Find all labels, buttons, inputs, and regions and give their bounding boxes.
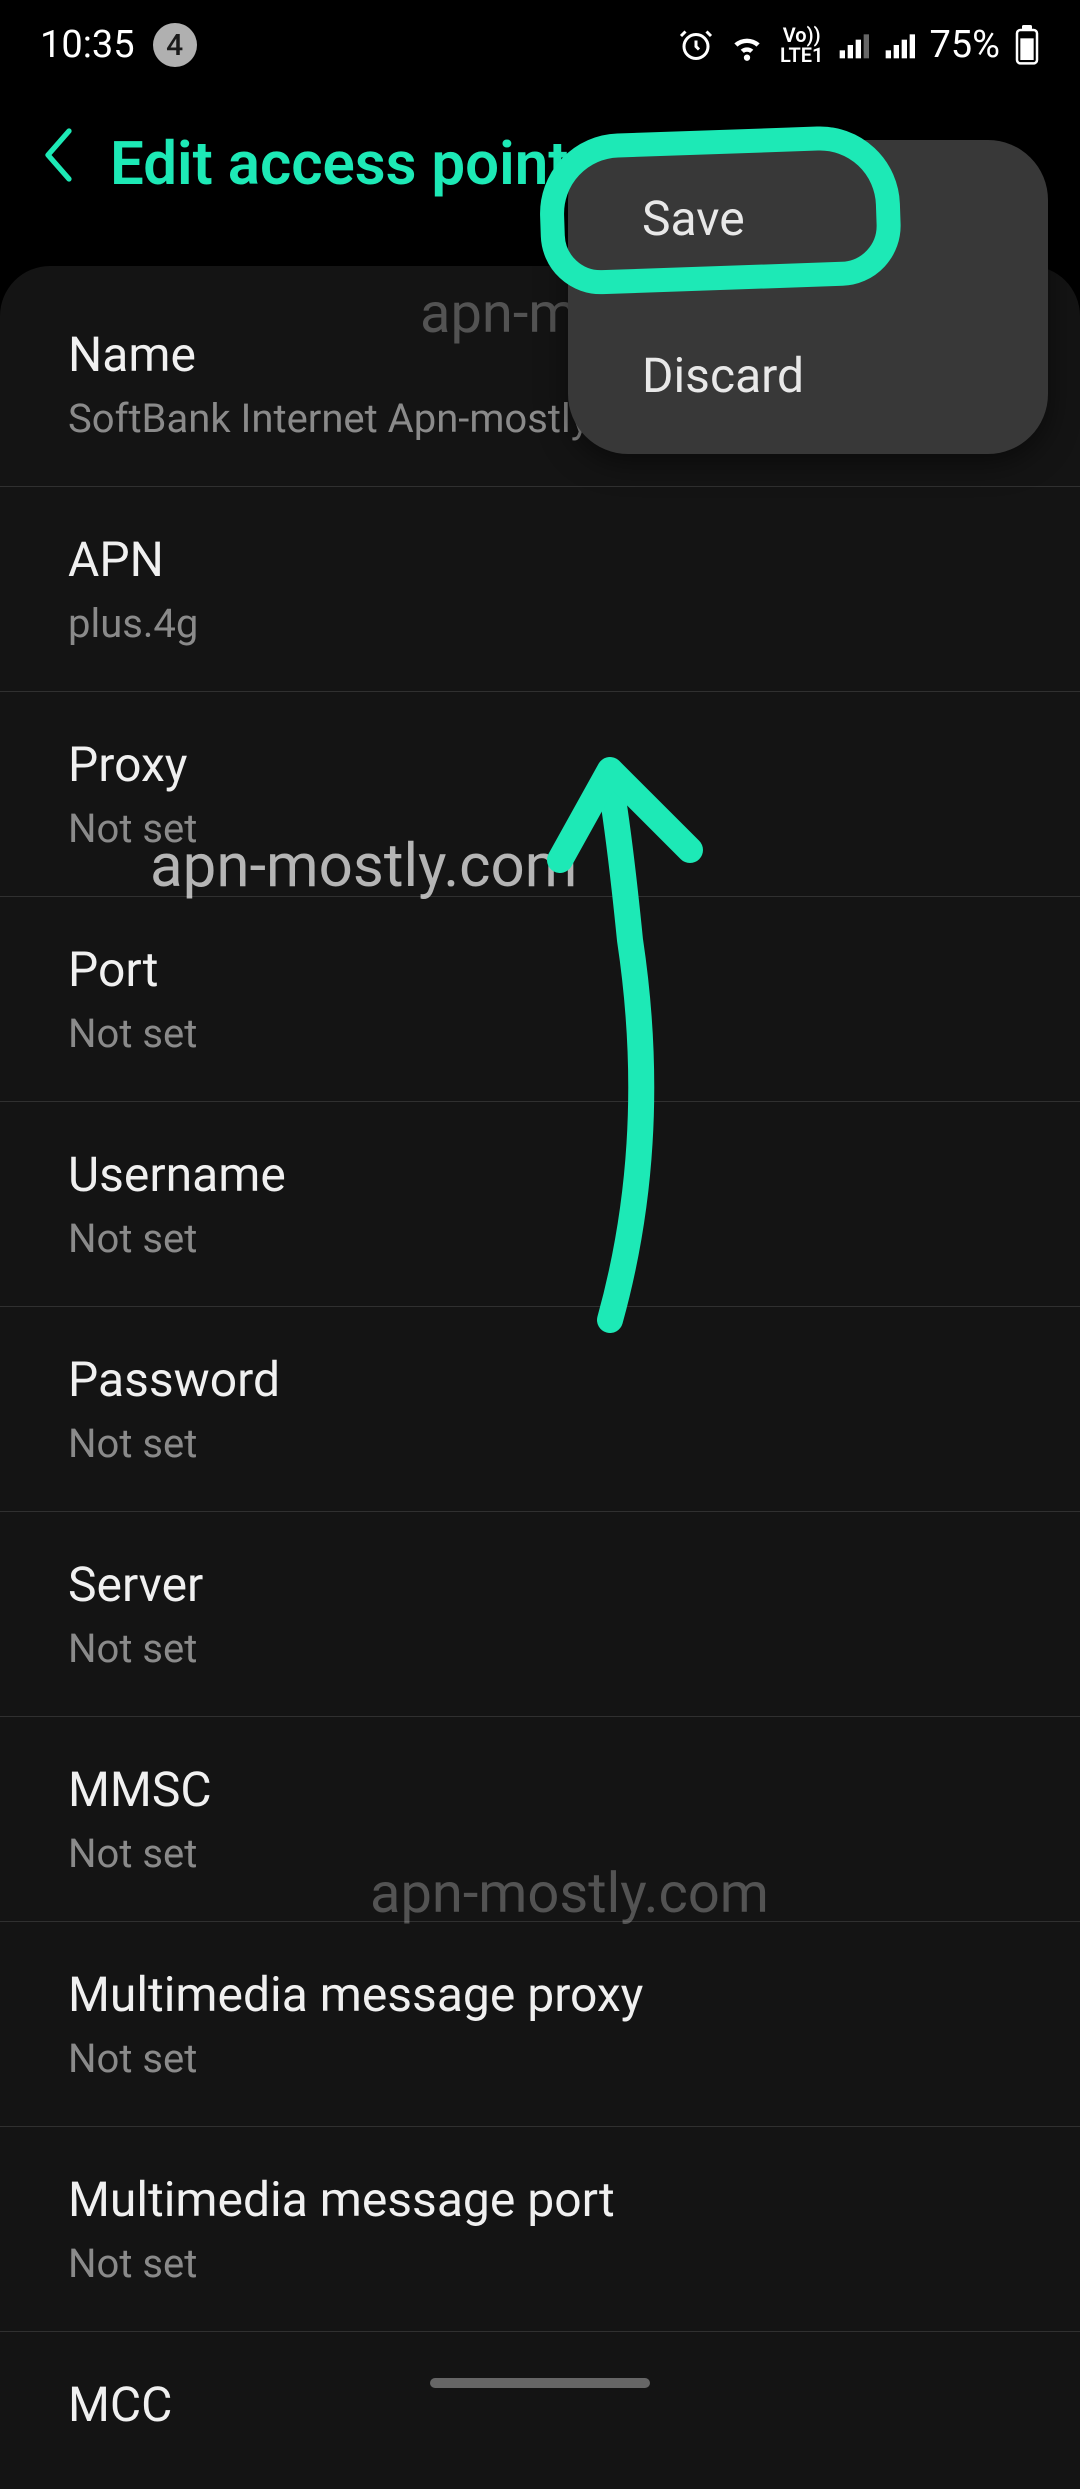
back-icon[interactable] bbox=[40, 125, 80, 201]
field-mmsc[interactable]: MMSC Not set bbox=[0, 1717, 1080, 1922]
field-label: MMSC bbox=[68, 1761, 1012, 1818]
field-proxy[interactable]: Proxy Not set bbox=[0, 692, 1080, 897]
field-server[interactable]: Server Not set bbox=[0, 1512, 1080, 1717]
apn-settings-panel: Name SoftBank Internet Apn-mostly.com AP… bbox=[0, 266, 1080, 2489]
field-value: Not set bbox=[68, 1215, 1012, 1262]
battery-icon bbox=[1014, 25, 1040, 65]
signal-icon-2 bbox=[883, 29, 915, 61]
field-mms-proxy[interactable]: Multimedia message proxy Not set bbox=[0, 1922, 1080, 2127]
field-label: Multimedia message proxy bbox=[68, 1966, 1012, 2023]
field-port[interactable]: Port Not set bbox=[0, 897, 1080, 1102]
discard-button[interactable]: Discard bbox=[568, 297, 1048, 454]
field-label: Server bbox=[68, 1556, 1012, 1613]
page-title: Edit access point bbox=[110, 128, 568, 199]
field-label: Username bbox=[68, 1146, 1012, 1203]
alarm-icon bbox=[678, 27, 714, 63]
status-bar-left: 10:35 4 bbox=[40, 23, 197, 67]
status-bar-right: Vo)) LTE1 75% bbox=[678, 23, 1040, 67]
notification-badge: 4 bbox=[153, 23, 197, 67]
save-button[interactable]: Save bbox=[568, 140, 1048, 297]
options-popup: Save Discard bbox=[568, 140, 1048, 454]
status-bar: 10:35 4 Vo)) LTE1 75% bbox=[0, 0, 1080, 90]
field-username[interactable]: Username Not set bbox=[0, 1102, 1080, 1307]
field-label: APN bbox=[68, 531, 1012, 588]
field-apn[interactable]: APN plus.4g bbox=[0, 487, 1080, 692]
field-mms-port[interactable]: Multimedia message port Not set bbox=[0, 2127, 1080, 2332]
wifi-icon bbox=[728, 26, 766, 64]
battery-percent: 75% bbox=[929, 23, 1000, 67]
field-value: Not set bbox=[68, 1830, 1012, 1877]
field-mcc[interactable]: MCC bbox=[0, 2332, 1080, 2489]
gesture-bar[interactable] bbox=[430, 2378, 650, 2388]
field-label: Port bbox=[68, 941, 1012, 998]
field-value: Not set bbox=[68, 1420, 1012, 1467]
field-label: Proxy bbox=[68, 736, 1012, 793]
field-value: plus.4g bbox=[68, 600, 1012, 647]
field-label: Password bbox=[68, 1351, 1012, 1408]
field-value: Not set bbox=[68, 2240, 1012, 2287]
field-password[interactable]: Password Not set bbox=[0, 1307, 1080, 1512]
volte-icon: Vo)) LTE1 bbox=[780, 25, 823, 65]
field-value: Not set bbox=[68, 1625, 1012, 1672]
field-value: Not set bbox=[68, 1010, 1012, 1057]
status-time: 10:35 bbox=[40, 23, 135, 67]
field-value: Not set bbox=[68, 2035, 1012, 2082]
field-label: Multimedia message port bbox=[68, 2171, 1012, 2228]
signal-icon-1 bbox=[837, 29, 869, 61]
field-value: Not set bbox=[68, 805, 1012, 852]
